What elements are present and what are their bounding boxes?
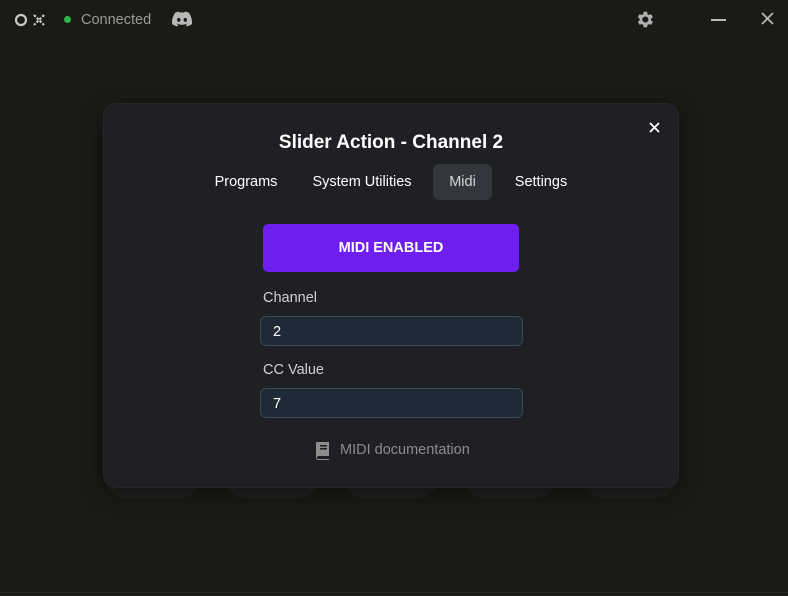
app-logo-icon bbox=[14, 13, 45, 27]
title-bar: Connected bbox=[0, 0, 788, 40]
bottom-divider bbox=[0, 592, 788, 593]
connection-status-dot bbox=[64, 16, 71, 23]
cc-value-label: CC Value bbox=[263, 362, 324, 378]
tab-settings[interactable]: Settings bbox=[506, 164, 576, 200]
gear-icon[interactable] bbox=[634, 9, 655, 30]
channel-label: Channel bbox=[263, 290, 318, 306]
tab-midi[interactable]: Midi bbox=[433, 164, 492, 200]
close-icon[interactable] bbox=[760, 11, 775, 26]
connection-status: Connected bbox=[81, 12, 152, 28]
channel-input[interactable]: 2 bbox=[260, 316, 523, 346]
slider-action-modal: Slider Action - Channel 2 Programs Syste… bbox=[104, 104, 678, 487]
cc-value-input[interactable]: 7 bbox=[260, 388, 523, 418]
modal-close-icon[interactable] bbox=[649, 122, 660, 133]
tab-system-utilities[interactable]: System Utilities bbox=[304, 164, 420, 200]
tab-programs[interactable]: Programs bbox=[204, 164, 288, 200]
discord-icon[interactable] bbox=[172, 11, 192, 27]
book-icon bbox=[316, 442, 329, 460]
minimize-icon[interactable] bbox=[711, 19, 726, 21]
midi-enabled-button[interactable]: MIDI ENABLED bbox=[263, 224, 519, 272]
modal-title: Slider Action - Channel 2 bbox=[278, 132, 504, 153]
midi-documentation-text: MIDI documentation bbox=[340, 442, 470, 458]
